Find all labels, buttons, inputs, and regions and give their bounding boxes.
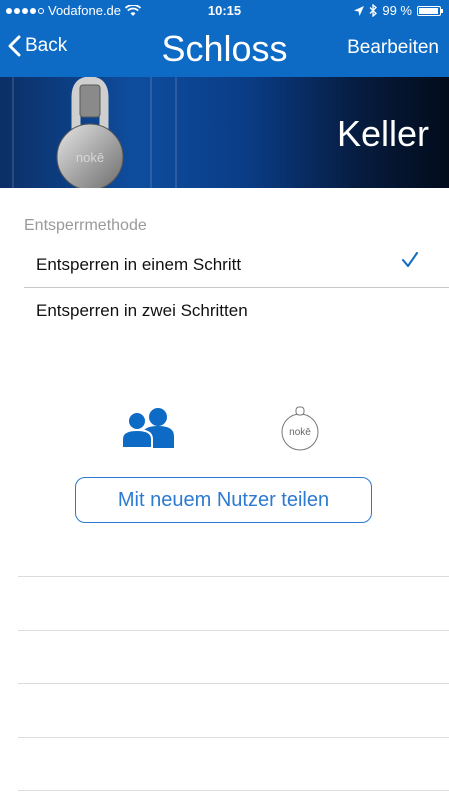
battery-percent: 99 % [382,3,412,18]
top-bar: Vodafone.de 10:15 99 % Back Schloss Bear… [0,0,449,77]
padlock-image: nokē [56,77,124,188]
checkmark-icon [402,252,418,267]
unlock-method-heading: Entsperrmethode [24,217,147,234]
option-label: Entsperren in zwei Schritten [36,301,248,320]
battery-icon [417,5,443,16]
lock-name: Keller [336,113,429,154]
chevron-left-icon [8,35,21,57]
divider [18,576,449,577]
bluetooth-icon [369,4,378,17]
option-two-step[interactable]: Entsperren in zwei Schritten [24,289,449,333]
fob-brand-text: nokē [289,427,311,438]
edit-button[interactable]: Bearbeiten [347,37,439,59]
divider [18,790,449,791]
status-bar: Vodafone.de 10:15 99 % [0,0,449,22]
users-icon[interactable] [122,406,174,448]
padlock-brand-text: nokē [76,150,104,165]
navigation-bar: Back Schloss Bearbeiten [0,22,449,77]
share-with-new-user-button[interactable]: Mit neuem Nutzer teilen [75,477,372,523]
lock-banner: nokē Keller [0,77,449,188]
share-icons: nokē [0,400,449,460]
back-label: Back [25,35,68,56]
option-label: Entsperren in einem Schritt [36,255,242,274]
divider [18,737,449,738]
option-one-step[interactable]: Entsperren in einem Schritt [24,243,449,288]
status-right: 99 % [354,3,443,18]
divider [18,683,449,684]
location-arrow-icon [354,5,365,16]
back-button[interactable]: Back [8,35,67,57]
noke-fob-icon[interactable]: nokē [278,404,322,452]
divider [18,630,449,631]
